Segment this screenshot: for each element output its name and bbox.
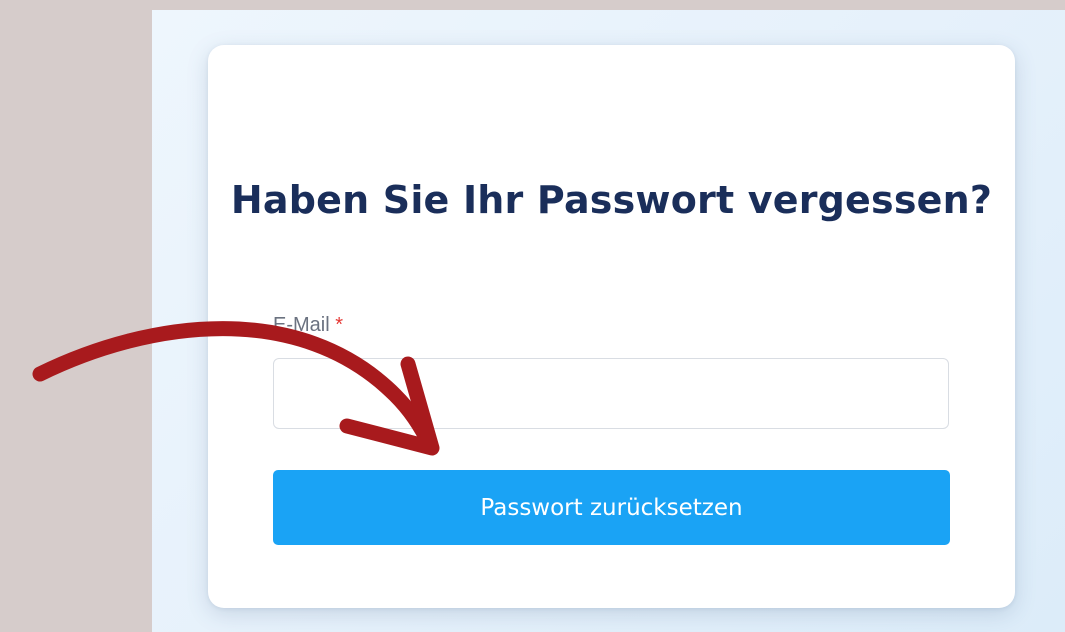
reset-password-button[interactable]: Passwort zurücksetzen	[273, 470, 950, 545]
required-marker: *	[335, 314, 344, 336]
forgot-password-card: Haben Sie Ihr Passwort vergessen? E-Mail…	[208, 45, 1015, 608]
email-label-text: E-Mail	[273, 314, 330, 336]
page-title: Haben Sie Ihr Passwort vergessen?	[230, 178, 993, 222]
email-label: E-Mail *	[273, 313, 343, 337]
email-field[interactable]	[273, 358, 949, 429]
